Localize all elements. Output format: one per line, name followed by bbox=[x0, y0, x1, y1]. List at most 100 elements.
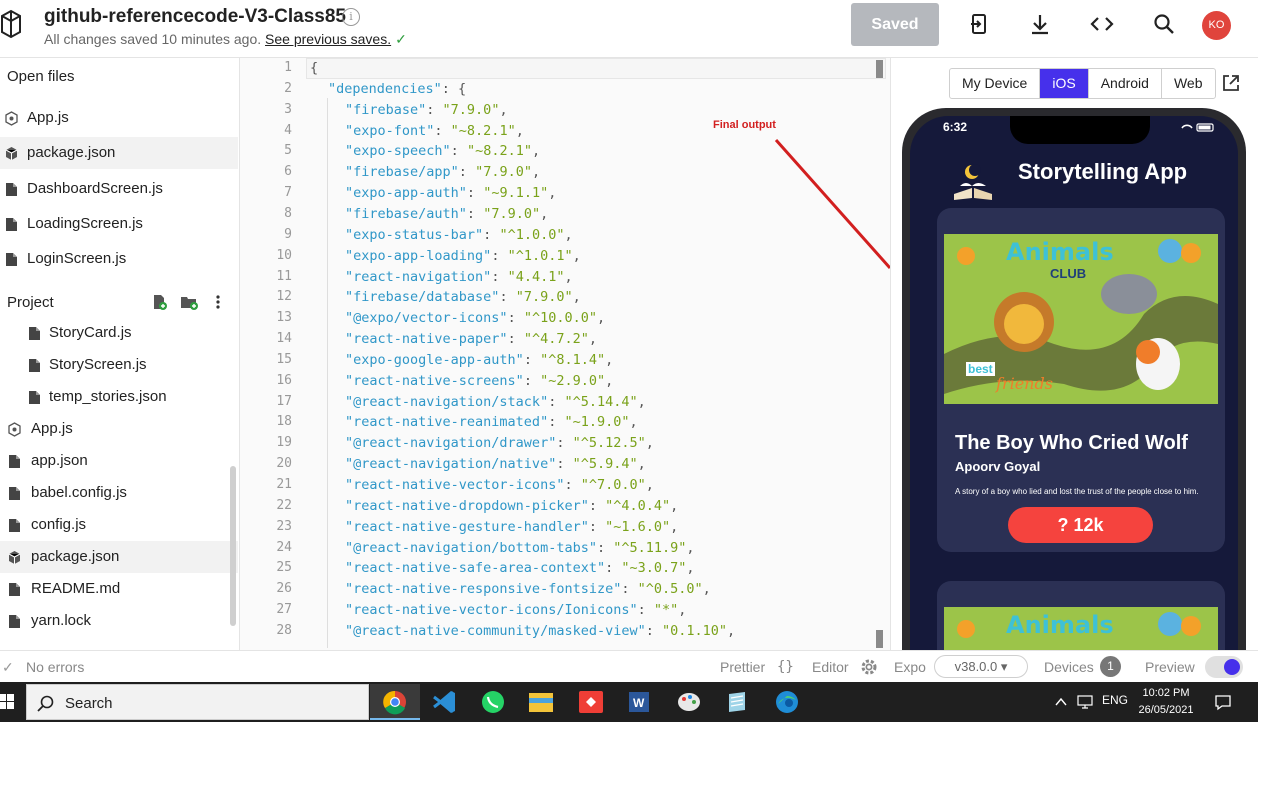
file-icon bbox=[9, 487, 20, 500]
new-folder-icon[interactable] bbox=[180, 294, 198, 310]
project-file-item[interactable]: yarn.lock bbox=[0, 605, 238, 637]
image-text-friends: friends bbox=[996, 374, 1053, 393]
project-file-label: StoryScreen.js bbox=[49, 356, 147, 373]
project-file-item[interactable]: app.json bbox=[0, 445, 238, 477]
info-icon[interactable]: i bbox=[342, 8, 360, 26]
avatar[interactable]: KO bbox=[1202, 11, 1231, 40]
phone-status-icons bbox=[1181, 123, 1214, 132]
likes-button[interactable]: ? 12k bbox=[1008, 507, 1153, 543]
open-file-item[interactable]: LoginScreen.js bbox=[0, 243, 238, 275]
expo-version-select[interactable]: v38.0.0 ▾ bbox=[934, 655, 1028, 678]
open-file-item[interactable]: App.js bbox=[0, 102, 238, 134]
file-icon bbox=[6, 217, 17, 231]
header: github-referencecode-V3-Class85 i All ch… bbox=[0, 0, 1258, 58]
gear-icon[interactable] bbox=[860, 658, 878, 676]
more-options-icon[interactable] bbox=[212, 294, 224, 310]
project-file-item[interactable]: App.js bbox=[0, 413, 238, 445]
device-tab[interactable]: Web bbox=[1162, 69, 1215, 98]
project-file-label: App.js bbox=[31, 420, 73, 437]
open-file-label: LoadingScreen.js bbox=[27, 214, 143, 232]
prettier-button[interactable]: Prettier bbox=[720, 659, 765, 675]
network-icon[interactable] bbox=[1076, 694, 1094, 710]
vscode-icon[interactable] bbox=[420, 684, 470, 720]
devices-count-badge: 1 bbox=[1100, 656, 1121, 677]
file-icon bbox=[9, 615, 20, 628]
project-file-item[interactable]: StoryScreen.js bbox=[0, 349, 238, 381]
popout-icon[interactable] bbox=[1221, 73, 1241, 93]
project-file-label: yarn.lock bbox=[31, 612, 92, 629]
embed-icon[interactable] bbox=[1090, 12, 1114, 36]
file-icon bbox=[9, 583, 20, 596]
saved-button[interactable]: Saved bbox=[851, 3, 939, 46]
code-editor[interactable]: 1 2 3 4 5 6 7 8 9 10 11 12 13 14 15 16 17 18 19 20 21 22 23 24 2… bbox=[240, 58, 890, 650]
editor-settings-button[interactable]: Editor bbox=[812, 659, 849, 675]
project-title[interactable]: github-referencecode-V3-Class85 bbox=[44, 6, 346, 28]
open-file-item[interactable]: DashboardScreen.js bbox=[0, 173, 238, 205]
anydesk-icon[interactable] bbox=[566, 684, 616, 720]
file-icon bbox=[9, 519, 20, 532]
image-text-best: best bbox=[966, 362, 995, 376]
taskbar-clock[interactable]: 10:02 PM 26/05/2021 bbox=[1138, 685, 1194, 719]
chevron-up-icon[interactable] bbox=[1054, 696, 1068, 708]
save-status-text: All changes saved 10 minutes ago. bbox=[44, 31, 262, 47]
open-file-item[interactable]: package.json bbox=[0, 137, 238, 170]
file-icon bbox=[29, 391, 40, 404]
story-author: Apoorv Goyal bbox=[955, 459, 1041, 474]
file-icon bbox=[6, 182, 17, 196]
package-icon bbox=[8, 551, 21, 564]
errors-status[interactable]: No errors bbox=[26, 659, 84, 675]
expo-label: Expo bbox=[894, 659, 926, 675]
project-file-label: app.json bbox=[31, 452, 88, 469]
sidebar-scrollbar[interactable] bbox=[230, 466, 236, 626]
edge-icon[interactable] bbox=[762, 684, 812, 720]
new-file-icon[interactable] bbox=[151, 294, 167, 310]
search-icon bbox=[37, 695, 54, 712]
status-bar: ✓ No errors Prettier {} Editor Expo v38.… bbox=[0, 650, 1258, 682]
logo-icon[interactable] bbox=[0, 8, 22, 40]
export-icon[interactable] bbox=[967, 12, 991, 36]
file-icon bbox=[29, 359, 40, 372]
braces-icon[interactable]: {} bbox=[777, 659, 794, 675]
story-card-2[interactable]: Animals bbox=[937, 581, 1225, 650]
package-icon bbox=[5, 147, 18, 161]
windows-taskbar: Search W ENG 10:02 PM 26/05/2021 bbox=[0, 682, 1258, 722]
project-file-label: package.json bbox=[31, 548, 120, 565]
story-image-2: Animals bbox=[944, 607, 1218, 650]
taskbar-search[interactable]: Search bbox=[26, 684, 369, 720]
image-text-animals-2: Animals bbox=[1006, 611, 1114, 639]
search-icon[interactable] bbox=[1152, 12, 1176, 36]
file-explorer-icon[interactable] bbox=[516, 684, 566, 720]
previous-saves-link[interactable]: See previous saves. bbox=[265, 31, 391, 47]
device-tab[interactable]: Android bbox=[1089, 69, 1162, 98]
save-status: All changes saved 10 minutes ago. See pr… bbox=[44, 31, 407, 48]
project-file-item[interactable]: temp_stories.json bbox=[0, 381, 238, 413]
windows-start-icon[interactable] bbox=[0, 694, 14, 710]
project-file-item[interactable]: package.json bbox=[0, 541, 238, 573]
project-file-item[interactable]: README.md bbox=[0, 573, 238, 605]
notifications-icon[interactable] bbox=[1214, 693, 1232, 711]
download-icon[interactable] bbox=[1028, 12, 1052, 36]
device-tab[interactable]: iOS bbox=[1040, 69, 1089, 98]
phone-screen[interactable]: 6:32 Storytelling App Animals CLUB best … bbox=[910, 116, 1238, 650]
preview-toggle[interactable] bbox=[1205, 656, 1243, 678]
check-icon: ✓ bbox=[2, 659, 14, 675]
project-file-item[interactable]: config.js bbox=[0, 509, 238, 541]
open-file-item[interactable]: LoadingScreen.js bbox=[0, 208, 238, 240]
phone-notch bbox=[1010, 116, 1150, 144]
project-file-item[interactable]: babel.config.js bbox=[0, 477, 238, 509]
word-icon[interactable]: W bbox=[614, 684, 664, 720]
story-title: The Boy Who Cried Wolf bbox=[955, 432, 1188, 454]
notepad-icon[interactable] bbox=[712, 684, 762, 720]
story-card[interactable]: Animals CLUB best friends The Boy Who Cr… bbox=[937, 208, 1225, 552]
whatsapp-icon[interactable] bbox=[468, 684, 518, 720]
open-file-label: package.json bbox=[27, 144, 116, 162]
device-tab[interactable]: My Device bbox=[950, 69, 1041, 98]
project-file-item[interactable]: StoryCard.js bbox=[0, 317, 238, 349]
check-icon: ✓ bbox=[395, 31, 407, 47]
devices-label[interactable]: Devices bbox=[1044, 659, 1094, 675]
react-icon bbox=[5, 111, 18, 126]
language-indicator[interactable]: ENG bbox=[1102, 693, 1128, 707]
paint-icon[interactable] bbox=[664, 684, 714, 720]
chrome-icon[interactable] bbox=[370, 684, 420, 720]
file-icon bbox=[6, 253, 17, 267]
